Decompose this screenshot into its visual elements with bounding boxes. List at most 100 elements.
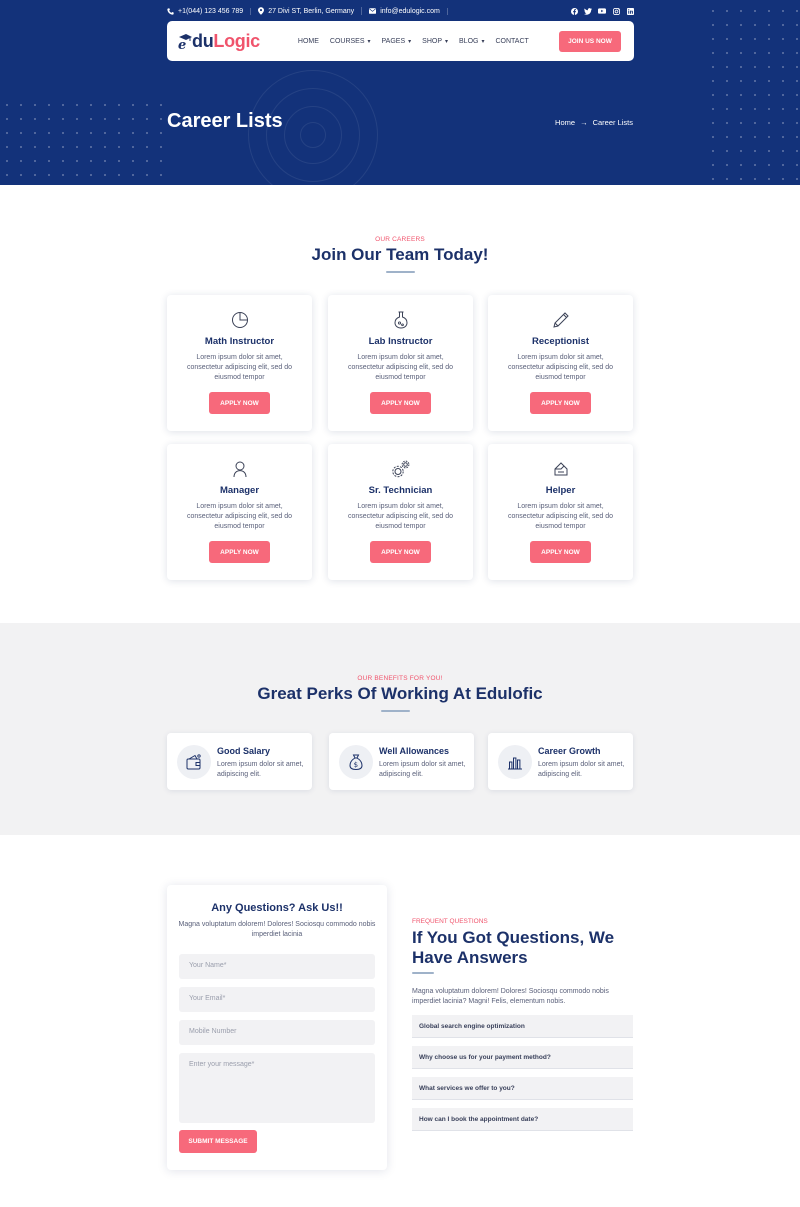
perk-card: $ Well Allowances Lorem ipsum dolor sit … [329,733,474,790]
envelope-icon [369,8,377,14]
perk-card: Good Salary Lorem ipsum dolor sit amet, … [167,733,312,790]
instagram-icon[interactable] [612,7,620,15]
breadcrumb-home-link[interactable]: Home [555,118,575,127]
submit-message-button[interactable]: SUBMIT MESSAGE [179,1130,257,1153]
apply-now-button[interactable]: APPLY NOW [209,541,270,563]
youtube-icon[interactable] [598,7,606,15]
apply-now-button[interactable]: APPLY NOW [530,541,591,563]
question-form: Any Questions? Ask Us!! Magna voluptatum… [167,885,387,1170]
form-title: Any Questions? Ask Us!! [211,902,343,914]
breadcrumb: Home → Career Lists [555,118,633,127]
nav-item-blog[interactable]: BLOG ▾ [459,38,484,45]
career-title: Receptionist [531,336,589,347]
career-title: Manager [219,485,260,496]
email-info[interactable]: info@edulogic.com [369,7,448,15]
career-title: Lab Instructor [368,336,433,347]
nav-item-home[interactable]: HOME [298,38,319,45]
money-bag-icon: $ [349,754,363,771]
career-title: Sr. Technician [368,485,433,496]
apply-now-button[interactable]: APPLY NOW [370,541,431,563]
address-text: 27 Divi ST, Berlin, Germany [268,7,355,15]
nav-label: SHOP [422,37,442,45]
hero-banner: +1(044) 123 456 789 27 Divi ST, Berlin, … [0,0,800,185]
nav-item-contact[interactable]: CONTACT [495,38,528,45]
perks-section [0,623,800,835]
heading-underline [381,710,410,712]
nav-label: BLOG [459,37,479,45]
career-card: Receptionist Lorem ipsum dolor sit amet,… [488,295,633,431]
dot-pattern-left [0,98,168,182]
perk-title: Well Allowances [379,746,450,756]
mobile-field[interactable]: Mobile Number [179,1020,375,1045]
career-card: Helper Lorem ipsum dolor sit amet, conse… [488,444,633,580]
twitter-icon[interactable] [584,7,592,15]
career-description: Lorem ipsum dolor sit amet, consectetur … [186,354,293,381]
phone-text: +1(044) 123 456 789 [178,7,244,15]
dot-pattern-right [706,4,800,185]
perk-title: Good Salary [217,746,271,756]
message-field[interactable]: Enter your message* [179,1053,375,1123]
bar-chart-icon [508,757,522,770]
faq-eyebrow: FREQUENT QUESTIONS [412,918,488,925]
perk-card: Career Growth Lorem ipsum dolor sit amet… [488,733,633,790]
pencil-icon [552,312,569,328]
caret-down-icon: ▾ [445,38,449,45]
phone-info[interactable]: +1(044) 123 456 789 [167,7,252,15]
email-text: info@edulogic.com [380,7,440,15]
career-title: Helper [545,485,576,496]
flask-icon [393,311,408,329]
caret-down-icon: ▾ [408,38,412,45]
caret-down-icon: ▾ [481,38,485,45]
apply-now-button[interactable]: APPLY NOW [370,392,431,414]
perk-description: Lorem ipsum dolor sit amet, adipiscing e… [538,761,625,778]
phone-icon [167,7,174,15]
career-card: Math Instructor Lorem ipsum dolor sit am… [167,295,312,431]
logo-text-second: Logic [213,30,260,51]
career-description: Lorem ipsum dolor sit amet, consectetur … [347,503,454,530]
perk-title: Career Growth [538,746,601,756]
careers-eyebrow: OUR CAREERS [375,236,425,243]
career-card: Lab Instructor Lorem ipsum dolor sit ame… [328,295,473,431]
arrow-right-icon: → [580,118,588,127]
pie-chart-icon [231,312,248,328]
address-info: 27 Divi ST, Berlin, Germany [258,7,363,15]
career-title: Math Instructor [204,336,275,347]
career-card: Manager Lorem ipsum dolor sit amet, cons… [167,444,312,580]
nav-item-courses[interactable]: COURSES ▾ [330,38,371,45]
top-bar: +1(044) 123 456 789 27 Divi ST, Berlin, … [167,4,634,18]
page-title: Career Lists [167,110,283,132]
svg-text:e: e [178,38,186,50]
perks-eyebrow: OUR BENEFITS FOR YOU! [357,675,443,682]
breadcrumb-current: Career Lists [592,118,633,127]
apply-now-button[interactable]: APPLY NOW [209,392,270,414]
nav-label: HOME [297,37,319,45]
faq-question[interactable]: How can I book the appointment date? [412,1108,633,1131]
map-pin-icon [258,7,265,15]
name-field[interactable]: Your Name* [179,954,375,979]
nav-item-pages[interactable]: PAGES ▾ [382,38,412,45]
join-us-button[interactable]: JOIN US NOW [559,30,621,52]
page: +1(044) 123 456 789 27 Divi ST, Berlin, … [0,0,800,1207]
eraser-icon [554,462,567,476]
career-description: Lorem ipsum dolor sit amet, consectetur … [507,354,614,381]
nav-menu: HOME COURSES ▾ PAGES ▾ SHOP ▾ BLOG ▾ CONTACT [298,38,529,45]
nav-label: COURSES [329,37,365,45]
perks-heading: Great Perks Of Working At Edulofic [257,684,543,703]
career-card: Sr. Technician Lorem ipsum dolor sit ame… [328,444,473,580]
apply-now-button[interactable]: APPLY NOW [530,392,591,414]
faq-question[interactable]: Global search engine optimization [412,1015,633,1038]
heading-underline [412,972,434,974]
logo-text-first: du [192,30,214,51]
faq-question[interactable]: What services we offer to you? [412,1077,633,1100]
nav-item-shop[interactable]: SHOP ▾ [422,38,448,45]
faq-question[interactable]: Why choose us for your payment method? [412,1046,633,1069]
facebook-icon[interactable] [570,7,578,15]
nav-label: PAGES [381,37,406,45]
faq-intro: Magna voluptatum dolorem! Dolores! Socio… [412,988,609,1005]
email-field[interactable]: Your Email* [179,987,375,1012]
perk-description: Lorem ipsum dolor sit amet, adipiscing e… [379,761,466,778]
perk-description: Lorem ipsum dolor sit amet, adipiscing e… [217,761,304,778]
logo[interactable]: e du Logic [178,31,260,52]
linkedin-icon[interactable] [626,7,634,15]
social-links [570,7,634,15]
